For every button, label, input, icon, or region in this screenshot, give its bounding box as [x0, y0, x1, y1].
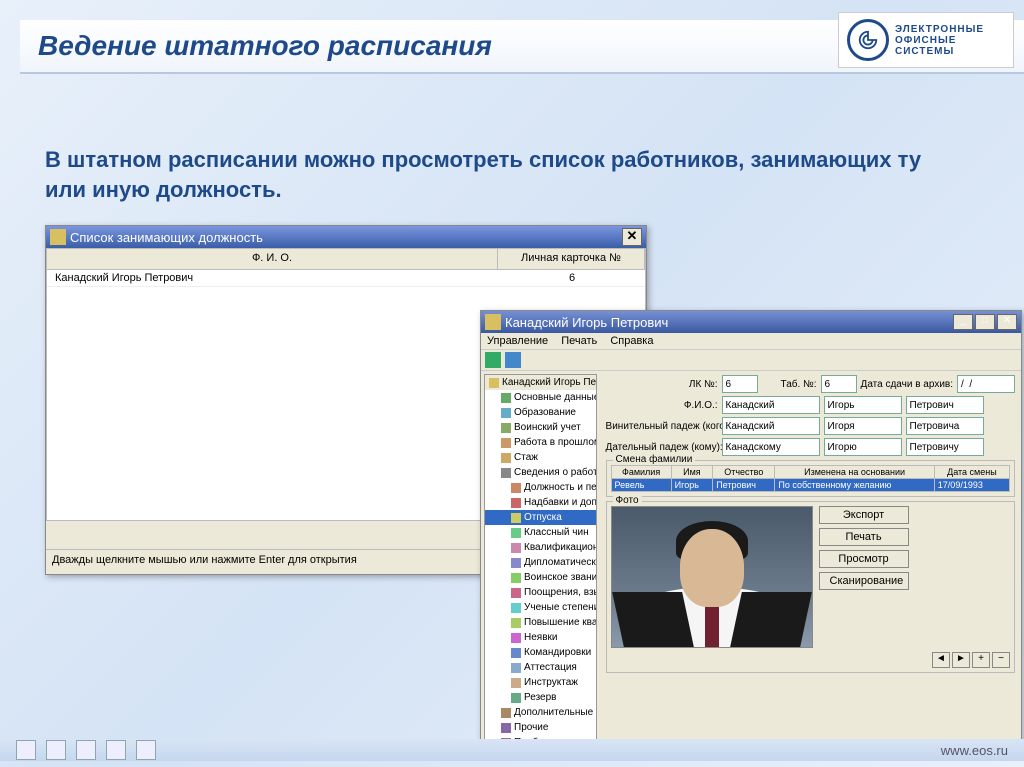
tree-item[interactable]: Ученые степени и зван: [485, 600, 596, 615]
acc-name[interactable]: [824, 417, 902, 435]
tree-item[interactable]: Воинский учет: [485, 420, 596, 435]
window-title: Канадский Игорь Петрович: [505, 315, 668, 330]
tree-item[interactable]: Аттестация: [485, 660, 596, 675]
tree-item[interactable]: Сведения о работе: [485, 465, 596, 480]
tree-item[interactable]: Классный чин: [485, 525, 596, 540]
add-icon[interactable]: +: [972, 652, 990, 668]
footer-icons: [16, 740, 156, 760]
scan-button[interactable]: Сканирование: [819, 572, 909, 590]
slide-footer: www.eos.ru: [0, 739, 1024, 761]
tree-item[interactable]: Прочие: [485, 720, 596, 735]
form-area: ЛК №: Таб. №: Дата сдачи в архив: Ф.И.О.…: [600, 371, 1021, 749]
window-title: Список занимающих должность: [70, 230, 263, 245]
surname-field[interactable]: [722, 396, 820, 414]
prev-icon[interactable]: ◄: [932, 652, 950, 668]
titlebar[interactable]: Список занимающих должность ✕: [46, 226, 646, 248]
tree-item[interactable]: Инструктаж: [485, 675, 596, 690]
label-tab: Таб. №:: [762, 379, 817, 390]
nav-buttons: ◄ ► + −: [611, 652, 1010, 668]
label-lk: ЛК №:: [606, 379, 718, 390]
frame-title: Смена фамилии: [613, 454, 696, 465]
nav-tree[interactable]: Канадский Игорь Петрович Основные данные…: [484, 374, 597, 746]
footer-icon: [46, 740, 66, 760]
tree-item[interactable]: Дипломатический ранг: [485, 555, 596, 570]
menubar: Управление Печать Справка: [481, 333, 1021, 350]
tree-item[interactable]: Поощрения, взыскания: [485, 585, 596, 600]
tree-item[interactable]: Повышение квалифика: [485, 615, 596, 630]
surname-table[interactable]: ФамилияИмяОтчествоИзменена на основанииД…: [611, 465, 1010, 492]
employee-photo: [611, 506, 813, 648]
name-field[interactable]: [824, 396, 902, 414]
label-accusative: Винительный падеж (кого):: [606, 421, 718, 432]
toolbar: [481, 350, 1021, 371]
footer-icon: [16, 740, 36, 760]
tree-root[interactable]: Канадский Игорь Петрович: [485, 375, 596, 390]
menu-print[interactable]: Печать: [561, 335, 597, 347]
frame-title: Фото: [613, 495, 642, 506]
menu-manage[interactable]: Управление: [487, 335, 548, 347]
footer-icon: [76, 740, 96, 760]
close-icon[interactable]: ✕: [997, 314, 1017, 330]
tree-item[interactable]: Стаж: [485, 450, 596, 465]
archive-date-field[interactable]: [957, 375, 1015, 393]
export-button[interactable]: Экспорт: [819, 506, 909, 524]
patronymic-field[interactable]: [906, 396, 984, 414]
tab-field[interactable]: [821, 375, 857, 393]
label-fio: Ф.И.О.:: [606, 400, 718, 411]
refresh-icon[interactable]: [505, 352, 521, 368]
footer-icon: [106, 740, 126, 760]
dat-patronymic[interactable]: [906, 438, 984, 456]
tree-item[interactable]: Отпуска: [485, 510, 596, 525]
tree-item[interactable]: Должность и пере: [485, 480, 596, 495]
acc-surname[interactable]: [722, 417, 820, 435]
tree-item[interactable]: Квалификационный раз: [485, 540, 596, 555]
dat-surname[interactable]: [722, 438, 820, 456]
col-card[interactable]: Личная карточка №: [498, 249, 645, 269]
menu-help[interactable]: Справка: [610, 335, 653, 347]
employee-card-window: Канадский Игорь Петрович _ □ ✕ Управлени…: [480, 310, 1022, 752]
surname-change-frame: Смена фамилии ФамилияИмяОтчествоИзменена…: [606, 460, 1015, 497]
slide-subtitle: В штатном расписании можно просмотреть с…: [45, 145, 944, 204]
maximize-icon[interactable]: □: [975, 314, 995, 330]
tree-item[interactable]: Воинское звание: [485, 570, 596, 585]
close-icon[interactable]: ✕: [622, 228, 642, 246]
tree-item[interactable]: Командировки: [485, 645, 596, 660]
footer-icon: [136, 740, 156, 760]
tree-item[interactable]: Неявки: [485, 630, 596, 645]
next-icon[interactable]: ►: [952, 652, 970, 668]
company-logo: ЭЛЕКТРОННЫЕОФИСНЫЕСИСТЕМЫ: [838, 12, 1014, 68]
table-row[interactable]: РевельИгорьПетровичПо собственному желан…: [611, 479, 1009, 492]
slide-title: Ведение штатного расписания: [20, 30, 492, 62]
app-icon: [485, 314, 501, 330]
row-name: Канадский Игорь Петрович: [55, 272, 507, 284]
remove-icon[interactable]: −: [992, 652, 1010, 668]
footer-url: www.eos.ru: [941, 743, 1008, 758]
tree-item[interactable]: Надбавки и доплат: [485, 495, 596, 510]
acc-patronymic[interactable]: [906, 417, 984, 435]
print-button[interactable]: Печать: [819, 528, 909, 546]
titlebar[interactable]: Канадский Игорь Петрович _ □ ✕: [481, 311, 1021, 333]
col-fio[interactable]: Ф. И. О.: [47, 249, 498, 269]
minimize-icon[interactable]: _: [953, 314, 973, 330]
dat-name[interactable]: [824, 438, 902, 456]
label-dative: Дательный падеж (кому):: [606, 442, 718, 453]
tree-item[interactable]: Основные данные: [485, 390, 596, 405]
tree-item[interactable]: Образование: [485, 405, 596, 420]
tree-item[interactable]: Дополнительные данн: [485, 705, 596, 720]
tree-item[interactable]: Резерв: [485, 690, 596, 705]
lk-field[interactable]: [722, 375, 758, 393]
save-icon[interactable]: [485, 352, 501, 368]
row-card: 6: [507, 272, 637, 284]
label-archive: Дата сдачи в архив:: [861, 379, 953, 390]
photo-frame: Фото Экспорт Печать Просмотр Сканировани…: [606, 501, 1015, 673]
columns-header: Ф. И. О. Личная карточка №: [46, 248, 646, 270]
tree-item[interactable]: Работа в прошлом: [485, 435, 596, 450]
view-button[interactable]: Просмотр: [819, 550, 909, 568]
app-icon: [50, 229, 66, 245]
list-row[interactable]: Канадский Игорь Петрович 6: [47, 270, 645, 287]
